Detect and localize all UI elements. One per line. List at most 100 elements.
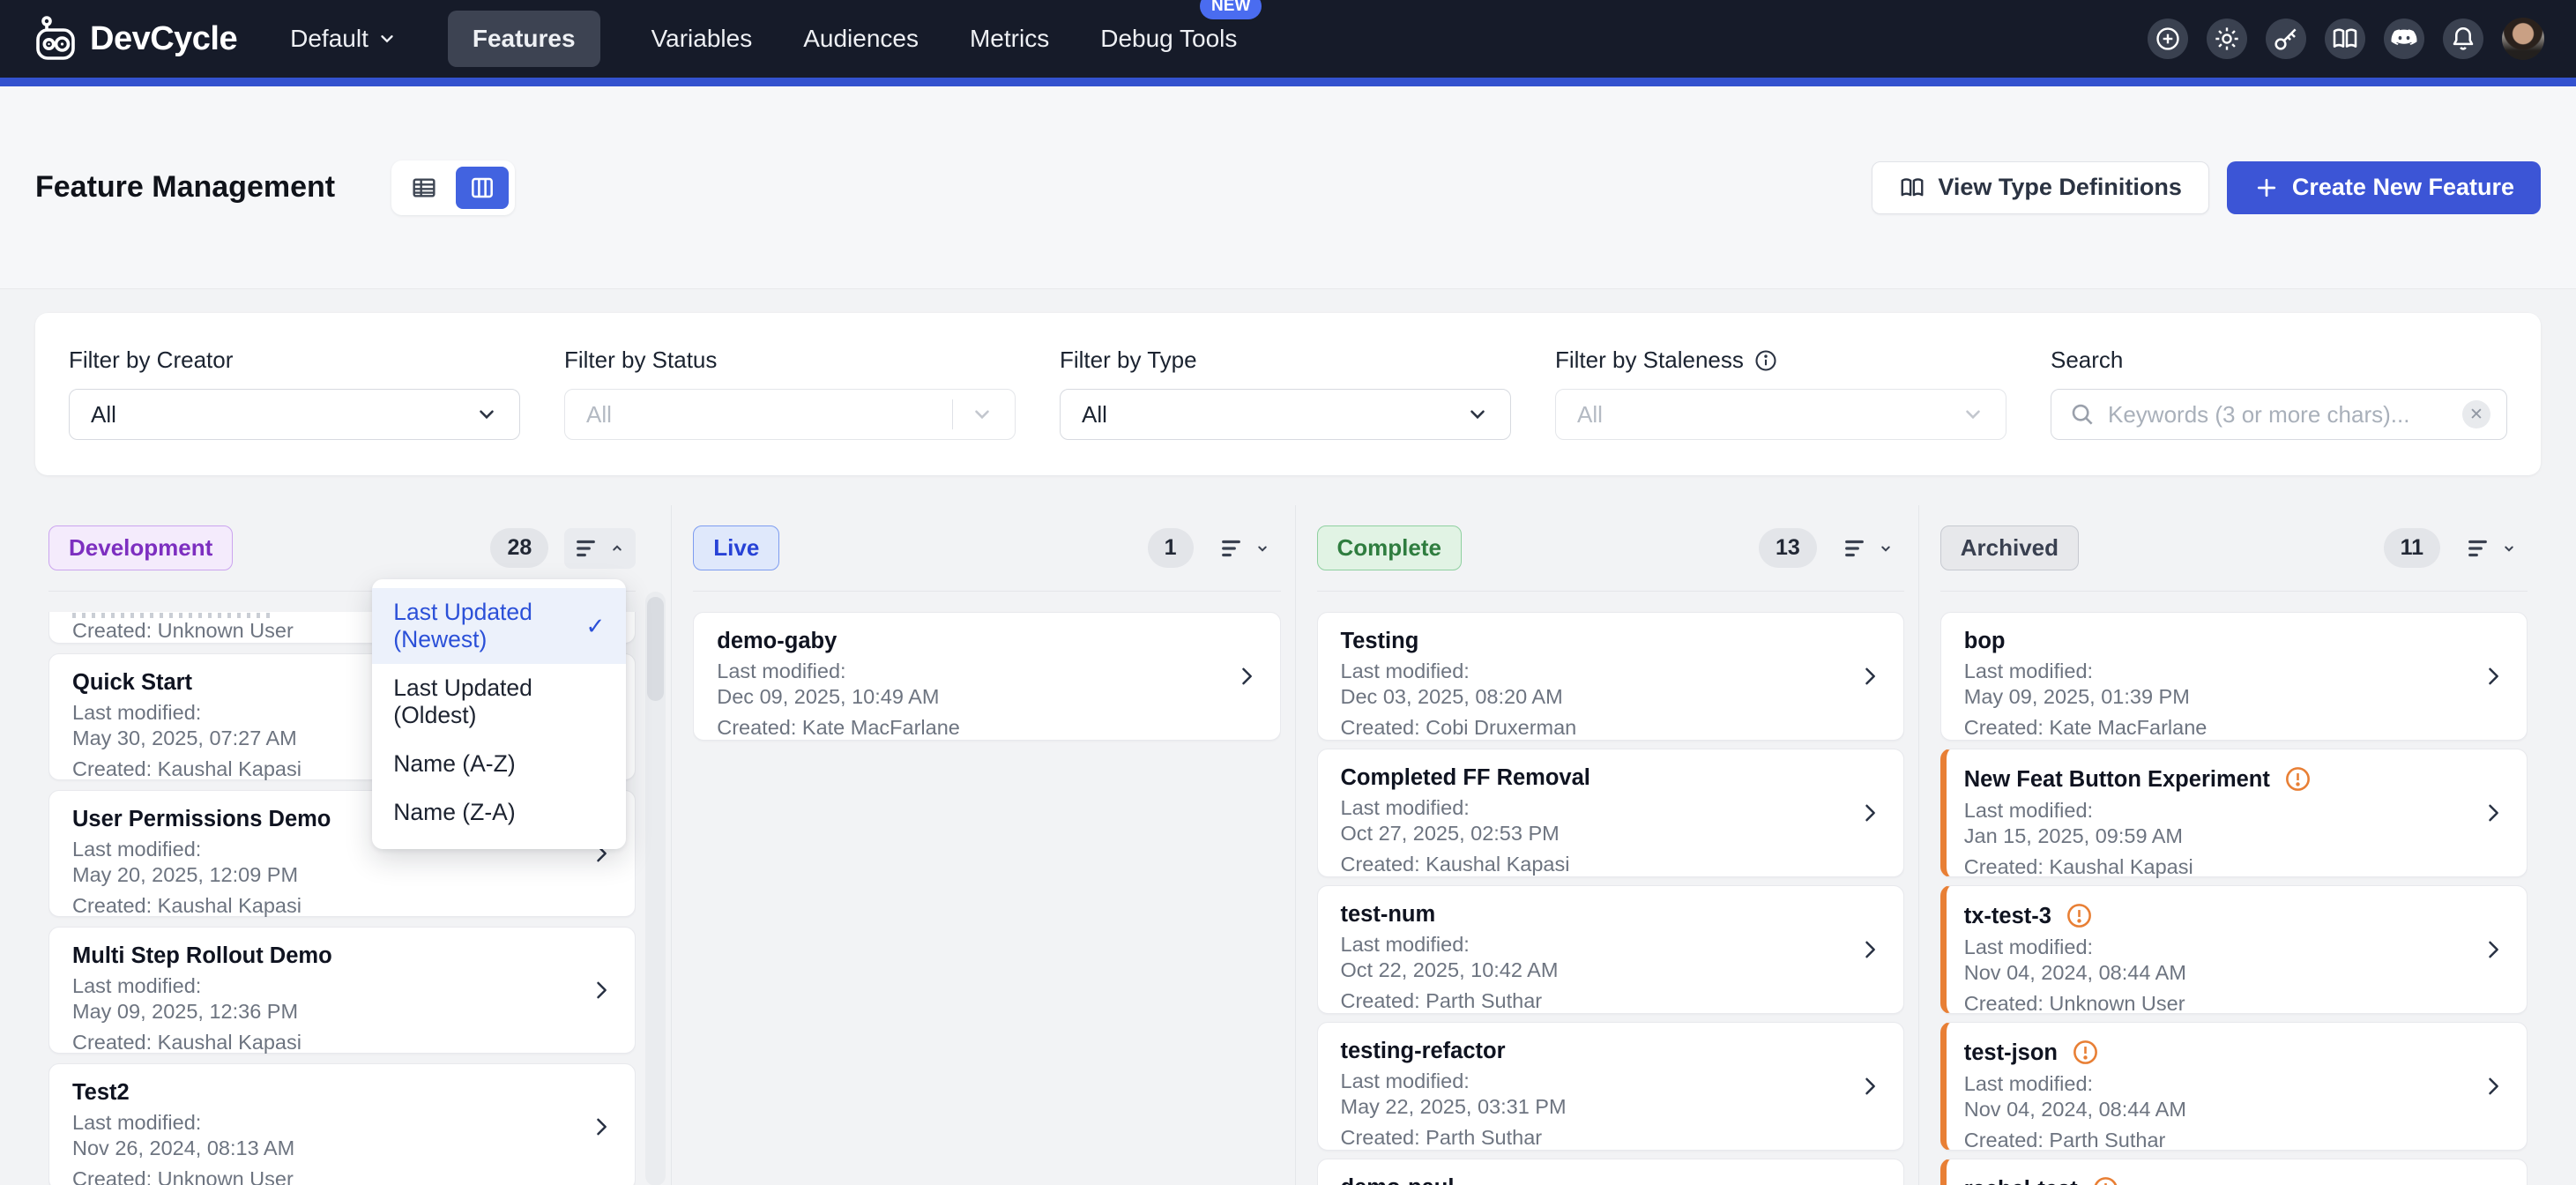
- stale-warning-icon: [2072, 1039, 2099, 1066]
- nav-item-audiences[interactable]: Audiences: [803, 25, 919, 53]
- kanban-view-button[interactable]: [456, 167, 509, 209]
- search-label: Search: [2051, 347, 2507, 374]
- feature-card[interactable]: bopLast modified:May 09, 2025, 01:39 PMC…: [1940, 612, 2528, 741]
- feature-card[interactable]: rachel-testLast modified:: [1940, 1159, 2528, 1185]
- feature-card-title: bop: [1964, 629, 2006, 653]
- status-badge-live: Live: [693, 525, 779, 570]
- nav-item-features[interactable]: Features: [448, 11, 600, 67]
- chevron-right-icon: [2481, 664, 2505, 689]
- sort-option-name-z-a[interactable]: Name (Z-A): [372, 788, 626, 837]
- clipped-text: [72, 613, 271, 618]
- page-header: Feature Management View Type Definitions…: [0, 86, 2576, 289]
- card-list-complete: TestingLast modified:Dec 03, 2025, 08:20…: [1317, 592, 1904, 1185]
- chevron-down-icon: [971, 403, 994, 426]
- nav-item-metrics[interactable]: Metrics: [970, 25, 1049, 53]
- nav-item-variables[interactable]: Variables: [651, 25, 753, 53]
- chevron-right-icon: [589, 978, 614, 1002]
- sort-option-last-updated-oldest[interactable]: Last Updated (Oldest): [372, 664, 626, 740]
- feature-card[interactable]: test-numLast modified:Oct 22, 2025, 10:4…: [1317, 885, 1904, 1014]
- navbar-accent-bar: [0, 78, 2576, 86]
- sort-option-name-a-z[interactable]: Name (A-Z): [372, 740, 626, 788]
- discord-icon[interactable]: [2384, 19, 2424, 59]
- checkmark-icon: ✓: [585, 613, 605, 640]
- create-new-feature-button[interactable]: Create New Feature: [2227, 161, 2541, 214]
- nav-item-debug-tools[interactable]: Debug Tools NEW: [1100, 25, 1237, 53]
- scrollbar-thumb[interactable]: [647, 597, 664, 701]
- card-list-archived: bop Last modified:May 09, 2025, 01:39 PM C…: [1940, 592, 2528, 1185]
- info-icon[interactable]: [1753, 348, 1778, 373]
- feature-card[interactable]: testing-refactorLast modified:May 22, 20…: [1317, 1022, 1904, 1151]
- sort-button-archived[interactable]: [2456, 528, 2528, 569]
- feature-card-title: rachel-test: [1964, 1177, 2078, 1185]
- feature-card-modified: Last modified:Nov 04, 2024, 08:44 AM: [1964, 1071, 2504, 1122]
- feature-card[interactable]: demo-gabyLast modified:Dec 09, 2025, 10:…: [693, 612, 1280, 741]
- feature-card[interactable]: demo-paulLast modified:: [1317, 1159, 1904, 1185]
- kanban-column-live: Live1demo-gabyLast modified:Dec 09, 2025…: [671, 505, 1294, 1185]
- feature-card-created: Created: Cobi Druxerman: [1341, 715, 1880, 741]
- feature-card[interactable]: TestingLast modified:Dec 03, 2025, 08:20…: [1317, 612, 1904, 741]
- sort-button-live[interactable]: [1210, 528, 1281, 569]
- stale-warning-icon: [2066, 902, 2093, 929]
- chevron-right-icon: [1858, 801, 1882, 825]
- chevron-right-icon: [2481, 1074, 2505, 1099]
- feature-card-modified: Last modified:May 09, 2025, 01:39 PM: [1964, 659, 2504, 710]
- kanban-column-development: Development28Created: Unknown UserQuick …: [34, 505, 671, 1185]
- feature-card[interactable]: Completed FF RemovalLast modified:Oct 27…: [1317, 749, 1904, 877]
- filter-creator-label: Filter by Creator: [69, 347, 520, 374]
- feature-card-modified: Last modified:Dec 03, 2025, 08:20 AM: [1341, 659, 1880, 710]
- add-circle-icon[interactable]: [2148, 19, 2188, 59]
- sort-option-last-updated-newest[interactable]: Last Updated (Newest)✓: [372, 588, 626, 664]
- kanban-column-archived: Archived11 bop Last modified:May 09, 2025,…: [1918, 505, 2542, 1185]
- column-header-complete: Complete13: [1317, 505, 1904, 592]
- feature-card[interactable]: Multi Step Rollout DemoLast modified:May…: [48, 927, 636, 1054]
- feature-card-created: Created: Kate MacFarlane: [717, 715, 1256, 741]
- view-toggle: [391, 160, 515, 215]
- sort-dropdown-menu: Last Updated (Newest)✓Last Updated (Olde…: [372, 579, 626, 849]
- sort-button-development[interactable]: [564, 528, 636, 569]
- column-scrollbar[interactable]: [645, 592, 666, 1185]
- chevron-right-icon: [589, 1114, 614, 1139]
- feature-card-title: User Permissions Demo: [72, 807, 331, 831]
- sort-lines-icon: [2467, 537, 2493, 560]
- user-avatar[interactable]: [2502, 18, 2544, 60]
- notifications-bell-icon[interactable]: [2443, 19, 2483, 59]
- clear-search-icon[interactable]: ✕: [2462, 400, 2490, 429]
- caret-down-icon: [2501, 540, 2517, 556]
- status-badge-complete: Complete: [1317, 525, 1462, 570]
- devcycle-robot-icon: [32, 15, 79, 63]
- devcycle-logo[interactable]: DevCycle: [32, 15, 237, 63]
- feature-card-created: Created: Parth Suthar: [1964, 1128, 2504, 1153]
- feature-card[interactable]: test-json Last modified:Nov 04, 2024, 08:…: [1940, 1022, 2528, 1151]
- kanban-board: Development28Created: Unknown UserQuick …: [0, 505, 2576, 1185]
- sort-button-complete[interactable]: [1833, 528, 1904, 569]
- keys-icon[interactable]: [2266, 19, 2306, 59]
- table-view-button[interactable]: [398, 167, 450, 209]
- feature-card[interactable]: Test2Last modified:Nov 26, 2024, 08:13 A…: [48, 1063, 636, 1185]
- filter-status: Filter by Status All: [564, 347, 1016, 475]
- sort-lines-icon: [575, 537, 601, 560]
- feature-card[interactable]: tx-test-3Last modified:Nov 04, 2024, 08:…: [1940, 885, 2528, 1014]
- feature-card-modified: Last modified:Nov 26, 2024, 08:13 AM: [72, 1110, 612, 1161]
- feature-card-title: test-json: [1964, 1040, 2058, 1065]
- feature-card-modified: Last modified:Jan 15, 2025, 09:59 AM: [1964, 798, 2504, 849]
- filter-type-select[interactable]: All: [1060, 389, 1511, 440]
- docs-book-icon[interactable]: [2325, 19, 2365, 59]
- feature-card-modified: Last modified:Nov 04, 2024, 08:44 AM: [1964, 935, 2504, 986]
- filter-bar: Filter by Creator All Filter by Status A…: [35, 313, 2541, 475]
- navbar-actions: [2148, 18, 2544, 60]
- filter-status-select[interactable]: All: [564, 389, 1016, 440]
- column-header-archived: Archived11: [1940, 505, 2528, 592]
- sort-lines-icon: [1843, 537, 1870, 560]
- settings-gear-icon[interactable]: [2207, 19, 2247, 59]
- project-selector-default[interactable]: Default: [290, 25, 397, 53]
- chevron-right-icon: [2481, 801, 2505, 825]
- feature-card-created: Created: Kaushal Kapasi: [72, 1030, 612, 1055]
- search-input[interactable]: [2108, 401, 2450, 429]
- view-type-definitions-button[interactable]: View Type Definitions: [1872, 161, 2209, 214]
- filter-staleness-select[interactable]: All: [1555, 389, 2006, 440]
- feature-card[interactable]: New Feat Button ExperimentLast modified:…: [1940, 749, 2528, 877]
- chevron-right-icon: [1858, 937, 1882, 962]
- filter-creator-select[interactable]: All: [69, 389, 520, 440]
- top-navbar: DevCycle Default Features Variables Audi…: [0, 0, 2576, 78]
- feature-card-modified: Last modified:May 09, 2025, 12:36 PM: [72, 973, 612, 1025]
